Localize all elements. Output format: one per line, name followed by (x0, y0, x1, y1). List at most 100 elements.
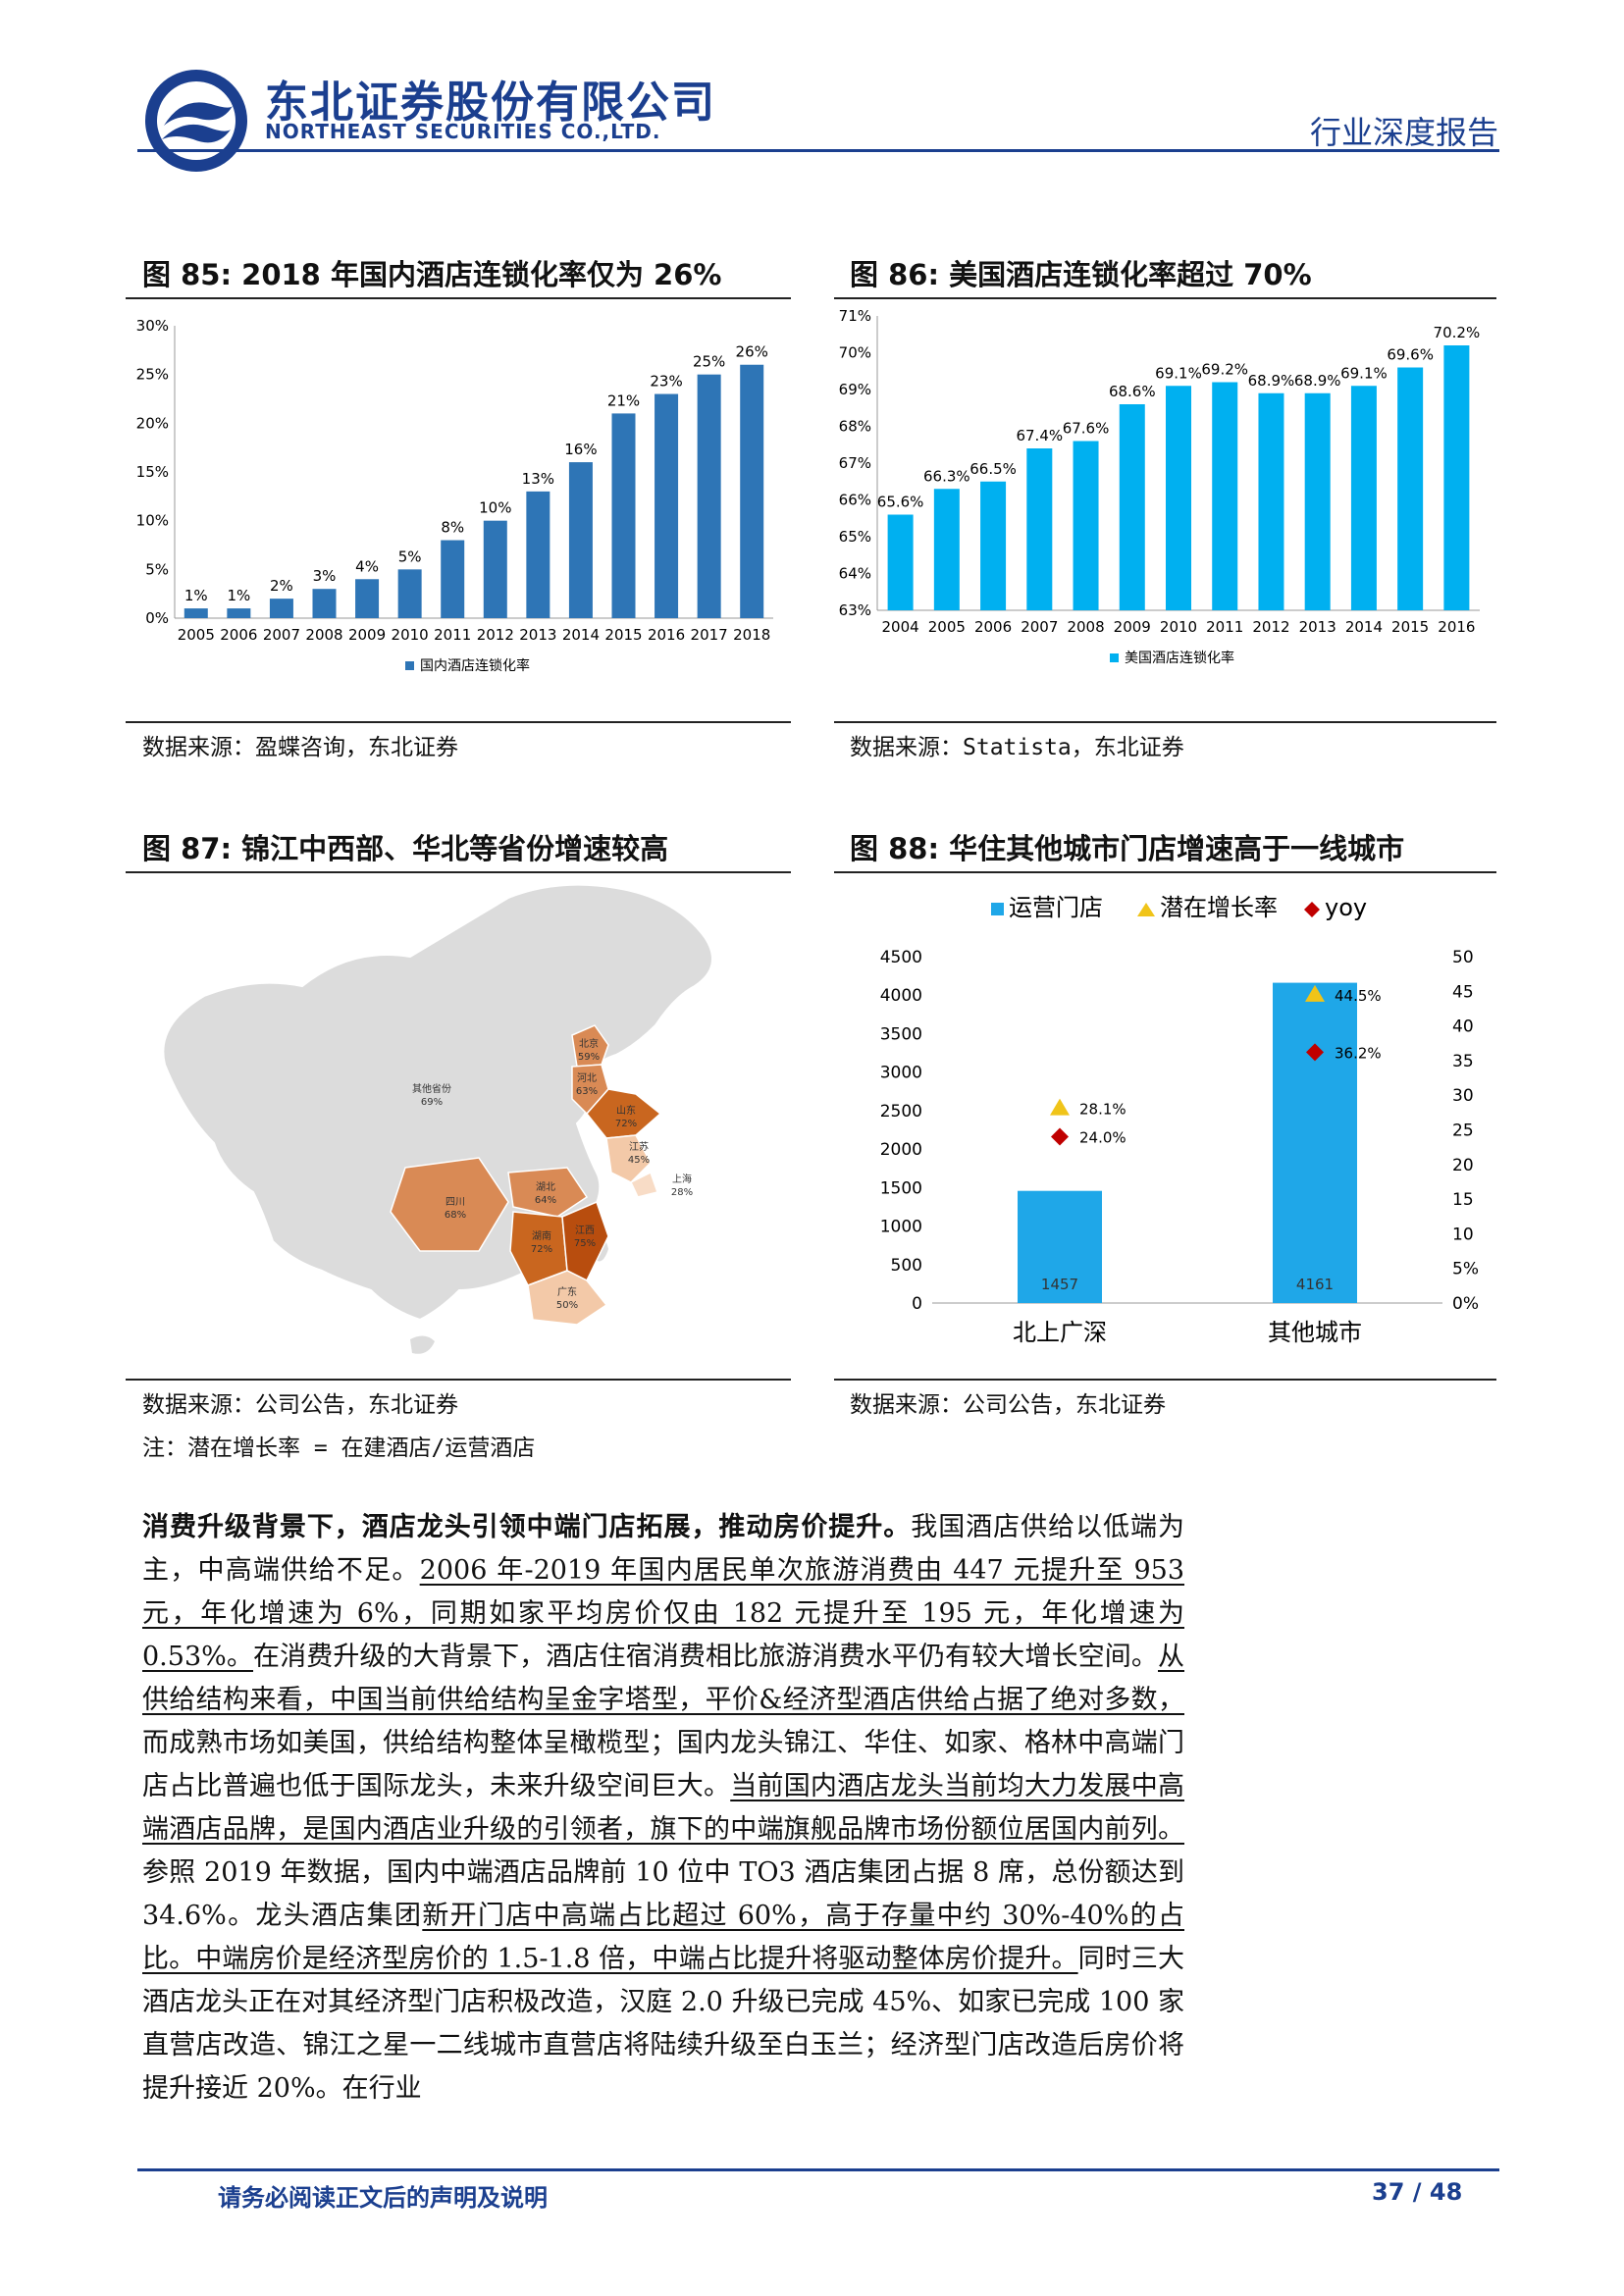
fig87-source-rule (126, 1379, 791, 1381)
fig85-title-rule (126, 297, 791, 299)
x-tick-label: 2016 (648, 626, 685, 644)
y2-tick-label: 35 (1452, 1052, 1474, 1071)
data-label: 67.4% (1016, 427, 1063, 444)
bar (483, 520, 507, 618)
body-paragraph: 消费升级背景下，酒店龙头引领中端门店拓展，推动房价提升。我国酒店供给以低端为主，… (142, 1512, 1185, 2104)
fig85-source-rule (126, 721, 791, 723)
data-label: 70.2% (1434, 324, 1481, 341)
data-label: 3% (313, 567, 337, 585)
y-tick-label: 25% (136, 366, 169, 384)
legend-swatch-diamond (1304, 902, 1320, 917)
bar (611, 413, 636, 618)
hainan-island (410, 1335, 435, 1354)
x-tick-label: 2007 (1021, 618, 1058, 636)
y-tick-label: 66% (839, 492, 871, 509)
y-tick-label: 0 (912, 1294, 922, 1314)
bar (183, 608, 208, 618)
y-tick-label: 15% (136, 463, 169, 481)
x-tick-label: 2011 (1206, 618, 1243, 636)
data-label: 2% (270, 577, 293, 595)
data-label: 69.2% (1201, 361, 1248, 379)
bar (441, 540, 465, 618)
bar (655, 393, 679, 618)
y2-tick-label: 30 (1452, 1086, 1474, 1106)
data-label: 23% (650, 373, 682, 391)
x-tick-label: 2008 (305, 626, 342, 644)
data-label: 8% (441, 519, 464, 537)
y-tick-label: 64% (839, 565, 871, 583)
y-tick-label: 69% (839, 381, 871, 398)
bar-value-label: 4161 (1296, 1276, 1334, 1293)
y-tick-label: 63% (839, 601, 871, 619)
legend-label-triangle: 潜在增长率 (1160, 894, 1278, 921)
label-hubei: 湖北 (536, 1181, 555, 1193)
company-name-en: NORTHEAST SECURITIES CO.,LTD. (265, 120, 661, 143)
bar (312, 589, 337, 618)
x-tick-label: 2012 (477, 626, 514, 644)
data-label: 26% (736, 343, 768, 361)
triangle-value-label: 44.5% (1335, 987, 1382, 1005)
fig87-title-rule (126, 871, 791, 873)
x-tick-label: 2004 (882, 618, 919, 636)
x-tick-label: 2005 (178, 626, 215, 644)
bar (568, 462, 593, 618)
data-label: 16% (564, 441, 597, 458)
y-tick-label: 500 (891, 1256, 922, 1276)
data-label: 69.6% (1387, 346, 1434, 364)
footer-divider (137, 2168, 1499, 2171)
label-jiangsu: 江苏 (629, 1140, 649, 1153)
legend-label-diamond: yoy (1325, 894, 1367, 921)
triangle-marker (1050, 1098, 1070, 1116)
fig87-title: 图 87: 锦江中西部、华北等省份增速较高 (142, 832, 669, 865)
fig85-chart: 0% 5% 10% 15% 20% 25% 30% 1% 2005 1% 2006 2% 2007 3% 2… (136, 317, 773, 674)
y2-tick-label: 15 (1452, 1190, 1474, 1210)
fig85-source: 数据来源：盈蝶咨询，东北证券 (142, 735, 458, 760)
data-label: 10% (479, 499, 511, 517)
x-tick-label: 2012 (1252, 618, 1289, 636)
legend-label: 国内酒店连锁化率 (420, 657, 530, 674)
fig87-source: 数据来源：公司公告，东北证券 (142, 1392, 458, 1418)
value-other: 69% (421, 1097, 443, 1108)
x-tick-label: 2015 (1391, 618, 1429, 636)
y-tick-label: 30% (136, 317, 169, 335)
y-tick-label: 2000 (880, 1140, 922, 1160)
bar (1350, 386, 1377, 610)
bar (887, 514, 914, 610)
bar (1397, 367, 1424, 610)
data-label: 67.6% (1063, 420, 1110, 438)
x-tick-label: 2008 (1067, 618, 1104, 636)
diamond-marker (1051, 1127, 1069, 1146)
fig88-chart: 0 500 1000 1500 2000 2500 3000 3500 4000 4500 0% 5%… (880, 894, 1479, 1346)
x-tick-label: 2018 (733, 626, 770, 644)
legend-swatch (1110, 653, 1119, 662)
fig85-title: 图 85: 2018 年国内酒店连锁化率仅为 26% (142, 258, 722, 291)
fig87-map: 北京 59% 河北 63% 山东 72% 江苏 45% 上海 28% 其他省份 … (162, 883, 713, 1354)
data-label: 68.6% (1109, 383, 1156, 400)
bar (1273, 982, 1357, 1303)
bar (1258, 392, 1284, 610)
value-guangdong: 50% (556, 1300, 578, 1311)
x-tick-label: 2014 (1345, 618, 1383, 636)
data-label: 5% (398, 548, 422, 565)
label-guangdong: 广东 (557, 1285, 577, 1298)
label-shandong: 山东 (616, 1104, 636, 1117)
fig88-title-rule (834, 871, 1496, 873)
bar (1119, 404, 1145, 610)
bar (697, 374, 721, 618)
y-tick-label: 65% (839, 528, 871, 546)
data-label: 1% (184, 587, 208, 604)
value-hubei: 64% (535, 1195, 556, 1206)
data-label: 4% (355, 557, 379, 575)
triangle-value-label: 28.1% (1079, 1101, 1126, 1119)
y-tick-label: 4500 (880, 948, 922, 967)
header-divider (137, 149, 1499, 152)
bar (980, 481, 1007, 610)
legend-label-bar: 运营门店 (1009, 894, 1103, 921)
label-beijing: 北京 (579, 1037, 599, 1050)
y2-tick-label: 20 (1452, 1156, 1474, 1175)
y2-tick-label: 10 (1452, 1225, 1474, 1244)
diamond-value-label: 36.2% (1335, 1044, 1382, 1062)
data-label: 65.6% (877, 494, 924, 511)
x-tick-label: 2017 (691, 626, 728, 644)
bar (269, 599, 293, 618)
